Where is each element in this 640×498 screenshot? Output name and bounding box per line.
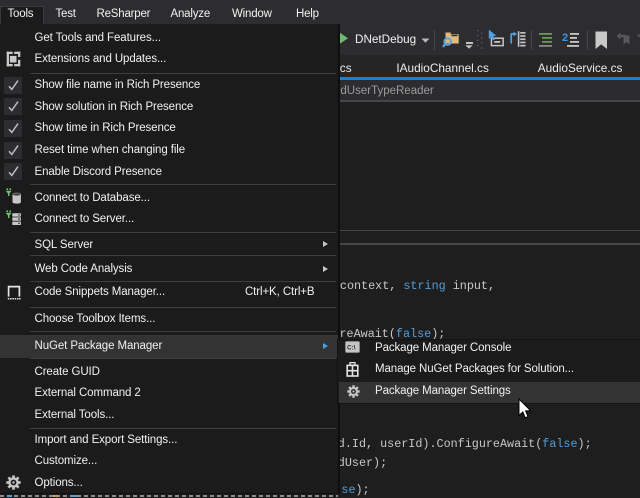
svg-text:2: 2 <box>562 32 568 44</box>
svg-text:C:\: C:\ <box>347 345 356 352</box>
